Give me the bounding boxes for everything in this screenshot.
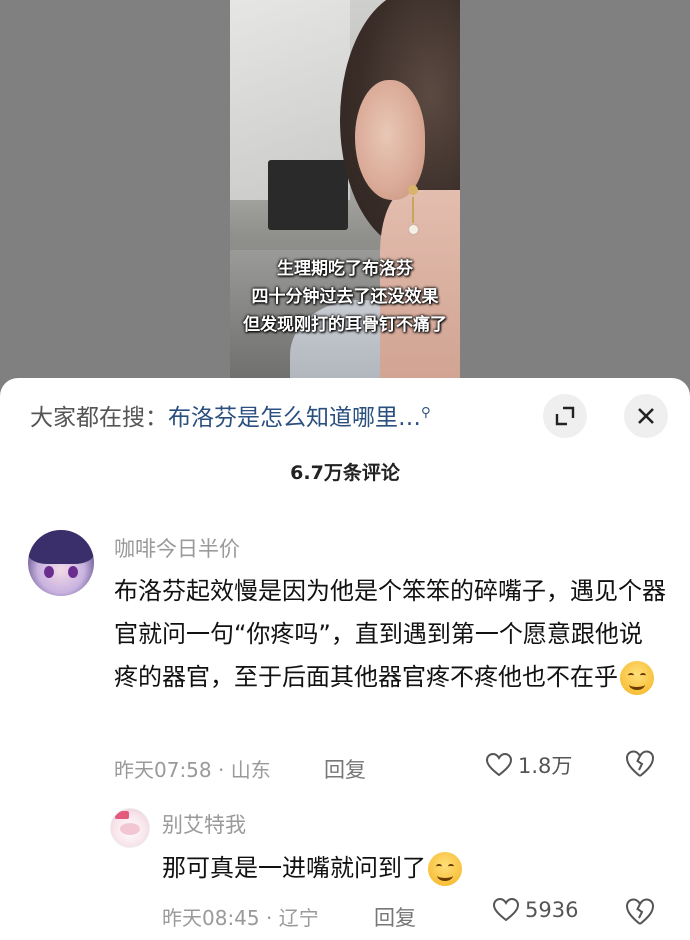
- photo-monitor: [268, 160, 348, 230]
- heart-icon: [493, 898, 519, 922]
- earring-image: [408, 185, 418, 235]
- like-button[interactable]: 5936: [493, 898, 578, 922]
- smile-emoji-icon: [428, 852, 462, 886]
- like-button[interactable]: 1.8万: [486, 750, 572, 780]
- comment-count: 6.7万条评论: [290, 462, 400, 484]
- trending-search[interactable]: 大家都在搜：布洛芬是怎么知道哪里…⚲: [30, 398, 431, 432]
- reply-button[interactable]: 回复: [324, 754, 366, 784]
- comment-text: 布洛芬起效慢是因为他是个笨笨的碎嘴子，遇见个器官就问一句“你疼吗”，直到遇到第一…: [114, 570, 666, 699]
- broken-heart-icon[interactable]: [625, 750, 655, 778]
- avatar[interactable]: [28, 530, 94, 596]
- heart-icon: [486, 753, 512, 777]
- comment-username[interactable]: 别艾特我: [162, 809, 246, 839]
- like-count: 1.8万: [518, 754, 573, 778]
- caption-line: 生理期吃了布洛芬: [277, 259, 413, 279]
- comment-time-location: 昨天07:58 · 山东: [114, 758, 271, 782]
- comments-sheet: 大家都在搜：布洛芬是怎么知道哪里…⚲ 6.7万条评论 咖啡今日半价 布洛芬起效慢…: [0, 378, 690, 940]
- expand-icon: [555, 406, 575, 426]
- comment-text-content: 那可真是一进嘴就问到了: [162, 854, 426, 882]
- comment-text: 那可真是一进嘴就问到了: [162, 848, 462, 888]
- caption-line: 四十分钟过去了还没效果: [251, 287, 439, 307]
- broken-heart-icon[interactable]: [625, 898, 655, 926]
- video-caption: 生理期吃了布洛芬 四十分钟过去了还没效果 但发现刚打的耳骨钉不痛了: [230, 255, 460, 339]
- caption-line: 但发现刚打的耳骨钉不痛了: [243, 315, 447, 335]
- photo-ear: [355, 80, 425, 200]
- close-icon: [638, 408, 654, 424]
- trending-search-prefix: 大家都在搜：: [30, 405, 168, 431]
- comment-text-content: 布洛芬起效慢是因为他是个笨笨的碎嘴子，遇见个器官就问一句“你疼吗”，直到遇到第一…: [114, 577, 666, 691]
- avatar[interactable]: [110, 808, 150, 848]
- comment-time-location: 昨天08:45 · 辽宁: [162, 906, 319, 930]
- trending-search-query[interactable]: 布洛芬是怎么知道哪里…: [168, 405, 421, 431]
- search-icon[interactable]: ⚲: [421, 405, 431, 420]
- like-count: 5936: [525, 898, 579, 922]
- video-frame[interactable]: 生理期吃了布洛芬 四十分钟过去了还没效果 但发现刚打的耳骨钉不痛了: [230, 0, 460, 395]
- grin-emoji-icon: [620, 661, 654, 695]
- comment-username[interactable]: 咖啡今日半价: [114, 533, 240, 563]
- video-backdrop[interactable]: 生理期吃了布洛芬 四十分钟过去了还没效果 但发现刚打的耳骨钉不痛了: [0, 0, 690, 395]
- reply-button[interactable]: 回复: [374, 902, 416, 932]
- close-button[interactable]: [624, 394, 668, 438]
- expand-button[interactable]: [543, 394, 587, 438]
